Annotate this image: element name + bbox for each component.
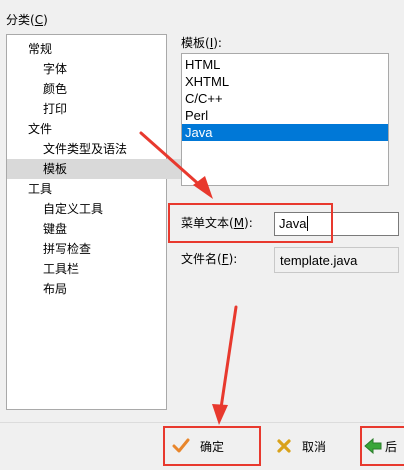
annotation-arrow-to-ok bbox=[212, 305, 238, 425]
annotation-arrow-to-menu-text bbox=[139, 131, 213, 199]
annotation-arrows bbox=[139, 131, 238, 425]
